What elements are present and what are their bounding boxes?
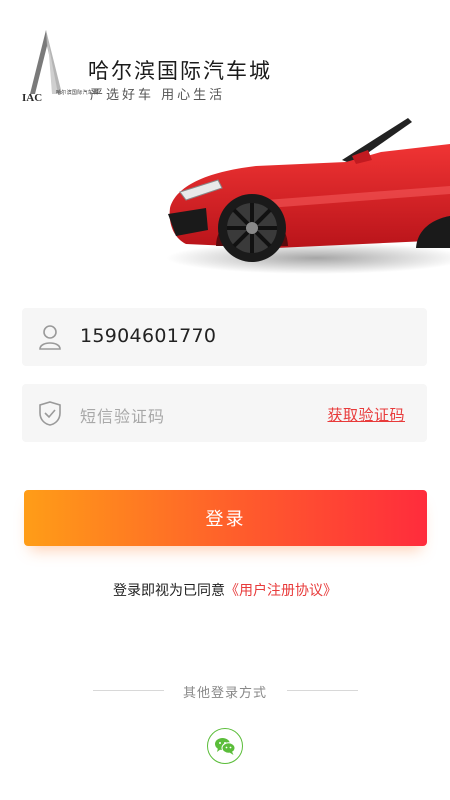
- user-icon: [39, 325, 61, 350]
- login-button[interactable]: 登录: [24, 490, 427, 546]
- phone-value[interactable]: 15904601770: [80, 325, 216, 347]
- agreement-text: 登录即视为已同意《用户注册协议》: [0, 580, 450, 600]
- other-login-label: 其他登录方式: [182, 686, 267, 701]
- brand-slogan: 严选好车 用心生活: [90, 88, 226, 103]
- phone-field[interactable]: 15904601770: [22, 308, 427, 366]
- user-agreement-link[interactable]: 《用户注册协议》: [225, 583, 337, 599]
- wechat-login-button[interactable]: [207, 728, 243, 764]
- divider-right: [287, 690, 358, 691]
- sms-code-field[interactable]: 短信验证码 获取验证码: [22, 384, 427, 442]
- brand-title: 哈尔滨国际汽车城: [88, 59, 272, 83]
- brand-header: IAC 哈尔滨国际汽车城 哈尔滨国际汽车城 严选好车 用心生活: [22, 28, 322, 108]
- shield-icon: [39, 401, 61, 426]
- sms-code-placeholder[interactable]: 短信验证码: [80, 403, 165, 427]
- agreement-prefix: 登录即视为已同意: [113, 583, 225, 599]
- svg-text:IAC: IAC: [22, 92, 42, 102]
- wechat-icon: [215, 738, 236, 755]
- car-image: [166, 118, 450, 274]
- get-code-link[interactable]: 获取验证码: [327, 404, 405, 425]
